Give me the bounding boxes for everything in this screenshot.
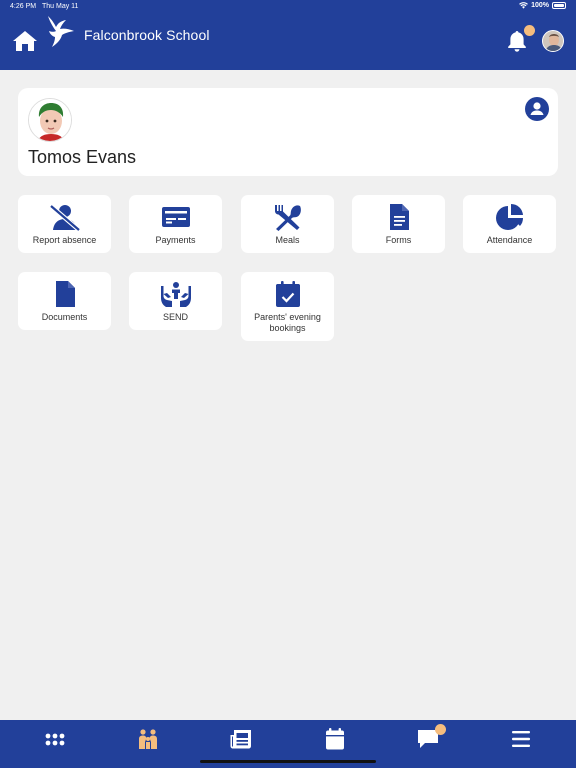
- status-indicators: 100%: [519, 2, 566, 9]
- tile-attendance[interactable]: Attendance: [463, 195, 556, 253]
- tile-label: Forms: [385, 235, 412, 245]
- tile-label: Report absence: [32, 235, 97, 245]
- home-icon[interactable]: [12, 29, 38, 53]
- tile-forms[interactable]: Forms: [352, 195, 445, 253]
- tile-parents-evening-bookings[interactable]: Parents' evening bookings: [241, 272, 334, 341]
- chat-badge: [435, 724, 446, 735]
- tile-label: Documents: [41, 312, 88, 322]
- pie-chart-icon: [495, 203, 523, 230]
- battery-icon: [552, 2, 566, 9]
- school-logo-falcon-icon: [48, 16, 74, 47]
- fork-knife-icon: [274, 205, 301, 231]
- notification-badge: [524, 25, 535, 36]
- pupil-name: Tomos Evans: [28, 147, 137, 167]
- tile-report-absence[interactable]: Report absence: [18, 195, 111, 253]
- status-date: Thu May 11: [42, 3, 79, 10]
- tile-meals[interactable]: Meals: [241, 195, 334, 253]
- family-icon[interactable]: [136, 728, 160, 750]
- status-bar: 4:26 PM Thu May 11 100%: [0, 0, 576, 14]
- tile-documents[interactable]: Documents: [18, 272, 111, 330]
- wifi-icon: [519, 2, 528, 9]
- menu-icon[interactable]: [509, 728, 533, 750]
- grid-icon[interactable]: [43, 729, 67, 751]
- pupil-card[interactable]: Tomos Evans: [18, 88, 558, 176]
- user-avatar-image: [543, 31, 563, 51]
- person-off-icon: [49, 204, 80, 231]
- tile-payments[interactable]: Payments: [129, 195, 222, 253]
- calendar-icon[interactable]: [323, 728, 347, 750]
- tile-label: Parents' evening bookings: [254, 312, 321, 333]
- tile-label: Attendance: [486, 235, 533, 245]
- app-header: 4:26 PM Thu May 11 100% Falconbrook Scho…: [0, 0, 576, 70]
- profile-icon[interactable]: [525, 97, 549, 121]
- tile-send[interactable]: SEND: [129, 272, 222, 330]
- user-avatar[interactable]: [542, 30, 564, 52]
- hands-person-icon: [160, 282, 191, 307]
- battery-percent: 100%: [531, 2, 549, 9]
- pupil-photo: [28, 98, 72, 142]
- file-icon: [55, 281, 75, 307]
- tile-label: Meals: [275, 235, 300, 245]
- document-icon: [389, 204, 409, 230]
- school-name: Falconbrook School: [84, 27, 210, 43]
- calendar-check-icon: [275, 281, 300, 307]
- home-indicator: [200, 760, 376, 763]
- newspaper-icon[interactable]: [229, 728, 253, 750]
- credit-card-icon: [161, 207, 190, 227]
- status-time: 4:26 PM: [10, 3, 37, 10]
- tile-label: Payments: [155, 235, 196, 245]
- tile-label: SEND: [162, 312, 188, 322]
